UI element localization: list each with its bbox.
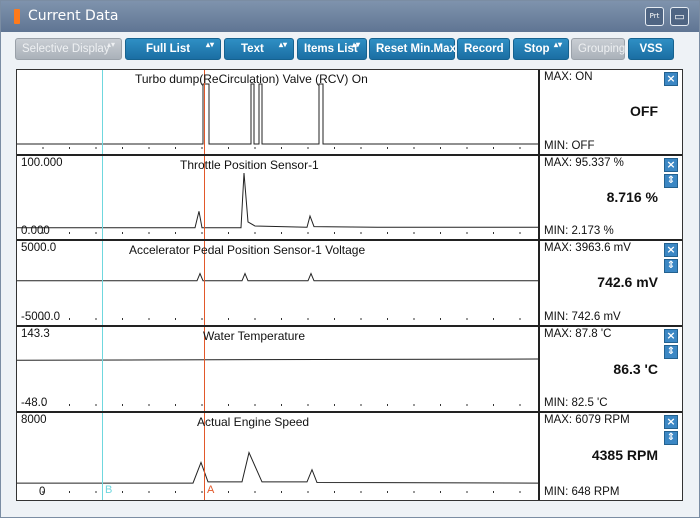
y-axis-min-label: 0 bbox=[39, 486, 46, 498]
graph-panel: Turbo dump(ReCirculation) Valve (RCV) On… bbox=[16, 69, 683, 501]
spinner-icon: ▴▾ bbox=[205, 40, 214, 49]
app-icon bbox=[14, 9, 20, 24]
cursor-b-line[interactable] bbox=[102, 70, 103, 154]
current-value: 86.3 'C bbox=[613, 361, 658, 377]
grouping-label: Grouping bbox=[578, 43, 626, 55]
print-icon[interactable]: Prt bbox=[645, 7, 664, 26]
graph-title: Turbo dump(ReCirculation) Valve (RCV) On bbox=[135, 72, 368, 86]
y-axis-max-label: 100.000 bbox=[21, 157, 63, 169]
current-value: 8.716 % bbox=[606, 189, 658, 205]
signal-line bbox=[17, 358, 538, 361]
graph-title: Water Temperature bbox=[203, 329, 306, 343]
full-list-label: Full List bbox=[146, 43, 191, 55]
vss-button[interactable]: VSS bbox=[628, 38, 674, 60]
vss-label: VSS bbox=[639, 43, 663, 55]
cursor-b-label: B bbox=[105, 484, 113, 496]
graph-plot[interactable]: Throttle Position Sensor-1 100.000 0.000 bbox=[17, 156, 540, 239]
cursor-b-line[interactable] bbox=[102, 241, 103, 325]
stop-label: Stop bbox=[524, 43, 550, 55]
max-value: MAX: ON bbox=[544, 71, 593, 83]
y-axis-max-label: 143.3 bbox=[21, 328, 50, 340]
cursor-a-label: A bbox=[207, 484, 215, 496]
selective-display-label: Selective Display bbox=[22, 43, 110, 55]
graph-row: Water Temperature 143.3 -48.0 MAX: 87.8 'C 8… bbox=[17, 327, 682, 413]
y-axis-min-label: -48.0 bbox=[21, 397, 48, 409]
selective-display-button[interactable]: Selective Display ▴▾ bbox=[15, 38, 122, 60]
min-value: MIN: 2.173 % bbox=[544, 225, 614, 237]
graph-plot[interactable]: Accelerator Pedal Position Sensor-1 Volt… bbox=[17, 241, 540, 325]
move-icon[interactable]: ⇕ bbox=[664, 174, 678, 188]
reset-min-max-button[interactable]: Reset Min.Max bbox=[369, 38, 456, 60]
max-value: MAX: 6079 RPM bbox=[544, 414, 630, 426]
graph-info: MAX: ON OFF MIN: OFF × bbox=[542, 70, 682, 154]
window-title: Current Data bbox=[28, 8, 119, 24]
move-icon[interactable]: ⇕ bbox=[664, 259, 678, 273]
y-axis-min-label: 0.000 bbox=[21, 225, 50, 237]
current-value: OFF bbox=[630, 103, 658, 119]
current-value: 4385 RPM bbox=[591, 447, 658, 463]
spinner-icon: ▴▾ bbox=[351, 40, 360, 49]
signal-line bbox=[17, 172, 538, 229]
close-icon[interactable]: × bbox=[664, 415, 678, 429]
min-value: MIN: 82.5 'C bbox=[544, 397, 608, 409]
spinner-icon: ▴▾ bbox=[106, 40, 115, 49]
reset-min-max-label: Reset Min.Max bbox=[376, 43, 456, 55]
move-icon[interactable]: ⇕ bbox=[664, 345, 678, 359]
text-label: Text bbox=[241, 43, 264, 55]
items-list-button[interactable]: Items List ▴▾ bbox=[297, 38, 367, 60]
max-value: MAX: 87.8 'C bbox=[544, 328, 612, 340]
close-icon[interactable]: × bbox=[664, 329, 678, 343]
full-list-button[interactable]: Full List ▴▾ bbox=[125, 38, 221, 60]
graph-title: Actual Engine Speed bbox=[197, 415, 310, 429]
graph-row: Accelerator Pedal Position Sensor-1 Volt… bbox=[17, 241, 682, 327]
title-bar: Current Data Prt ▭ bbox=[1, 1, 699, 32]
close-icon[interactable]: × bbox=[664, 158, 678, 172]
stop-button[interactable]: Stop ▴▾ bbox=[513, 38, 569, 60]
graph-plot[interactable]: Turbo dump(ReCirculation) Valve (RCV) On bbox=[17, 70, 540, 154]
current-value: 742.6 mV bbox=[597, 274, 658, 290]
text-button[interactable]: Text ▴▾ bbox=[224, 38, 294, 60]
record-label: Record bbox=[464, 43, 504, 55]
signal-line bbox=[17, 451, 538, 484]
graph-info: MAX: 3963.6 mV 742.6 mV MIN: 742.6 mV × ⇕ bbox=[542, 241, 682, 325]
y-axis-min-label: -5000.0 bbox=[21, 311, 61, 323]
signal-line bbox=[17, 272, 538, 282]
graph-row: Turbo dump(ReCirculation) Valve (RCV) On… bbox=[17, 70, 682, 156]
graph-plot[interactable]: Water Temperature 143.3 -48.0 bbox=[17, 327, 540, 411]
graph-info: MAX: 6079 RPM 4385 RPM MIN: 648 RPM × ⇕ bbox=[542, 413, 682, 500]
graph-title: Throttle Position Sensor-1 bbox=[180, 158, 319, 172]
graph-info: MAX: 95.337 % 8.716 % MIN: 2.173 % × ⇕ bbox=[542, 156, 682, 239]
grouping-button[interactable]: Grouping bbox=[571, 38, 625, 60]
graph-plot[interactable]: Actual Engine Speed 8000 0 B A bbox=[17, 413, 540, 500]
graph-info: MAX: 87.8 'C 86.3 'C MIN: 82.5 'C × ⇕ bbox=[542, 327, 682, 411]
max-value: MAX: 3963.6 mV bbox=[544, 242, 631, 254]
cursor-b-line[interactable] bbox=[102, 156, 103, 239]
cursor-b-line[interactable] bbox=[102, 413, 103, 500]
graph-row: Throttle Position Sensor-1 100.000 0.000 MA… bbox=[17, 156, 682, 241]
min-value: MIN: OFF bbox=[544, 140, 595, 152]
spinner-icon: ▴▾ bbox=[553, 40, 562, 49]
min-value: MIN: 648 RPM bbox=[544, 486, 620, 498]
graph-row: Actual Engine Speed 8000 0 B A MAX: 6079 RPM 4… bbox=[17, 413, 682, 500]
close-icon[interactable]: × bbox=[664, 72, 678, 86]
items-list-label: Items List bbox=[304, 43, 358, 55]
spinner-icon: ▴▾ bbox=[278, 40, 287, 49]
min-value: MIN: 742.6 mV bbox=[544, 311, 621, 323]
y-axis-max-label: 5000.0 bbox=[21, 242, 57, 254]
current-data-window: Current Data Prt ▭ Selective Display ▴▾ … bbox=[0, 0, 700, 518]
signal-line bbox=[17, 83, 538, 145]
move-icon[interactable]: ⇕ bbox=[664, 431, 678, 445]
max-value: MAX: 95.337 % bbox=[544, 157, 624, 169]
minimize-icon[interactable]: ▭ bbox=[670, 7, 689, 26]
record-button[interactable]: Record bbox=[457, 38, 510, 60]
toolbar: Selective Display ▴▾ Full List ▴▾ Text ▴… bbox=[1, 34, 699, 64]
cursor-b-line[interactable] bbox=[102, 327, 103, 411]
graph-title: Accelerator Pedal Position Sensor-1 Volt… bbox=[129, 243, 366, 257]
close-icon[interactable]: × bbox=[664, 243, 678, 257]
y-axis-max-label: 8000 bbox=[21, 414, 47, 426]
